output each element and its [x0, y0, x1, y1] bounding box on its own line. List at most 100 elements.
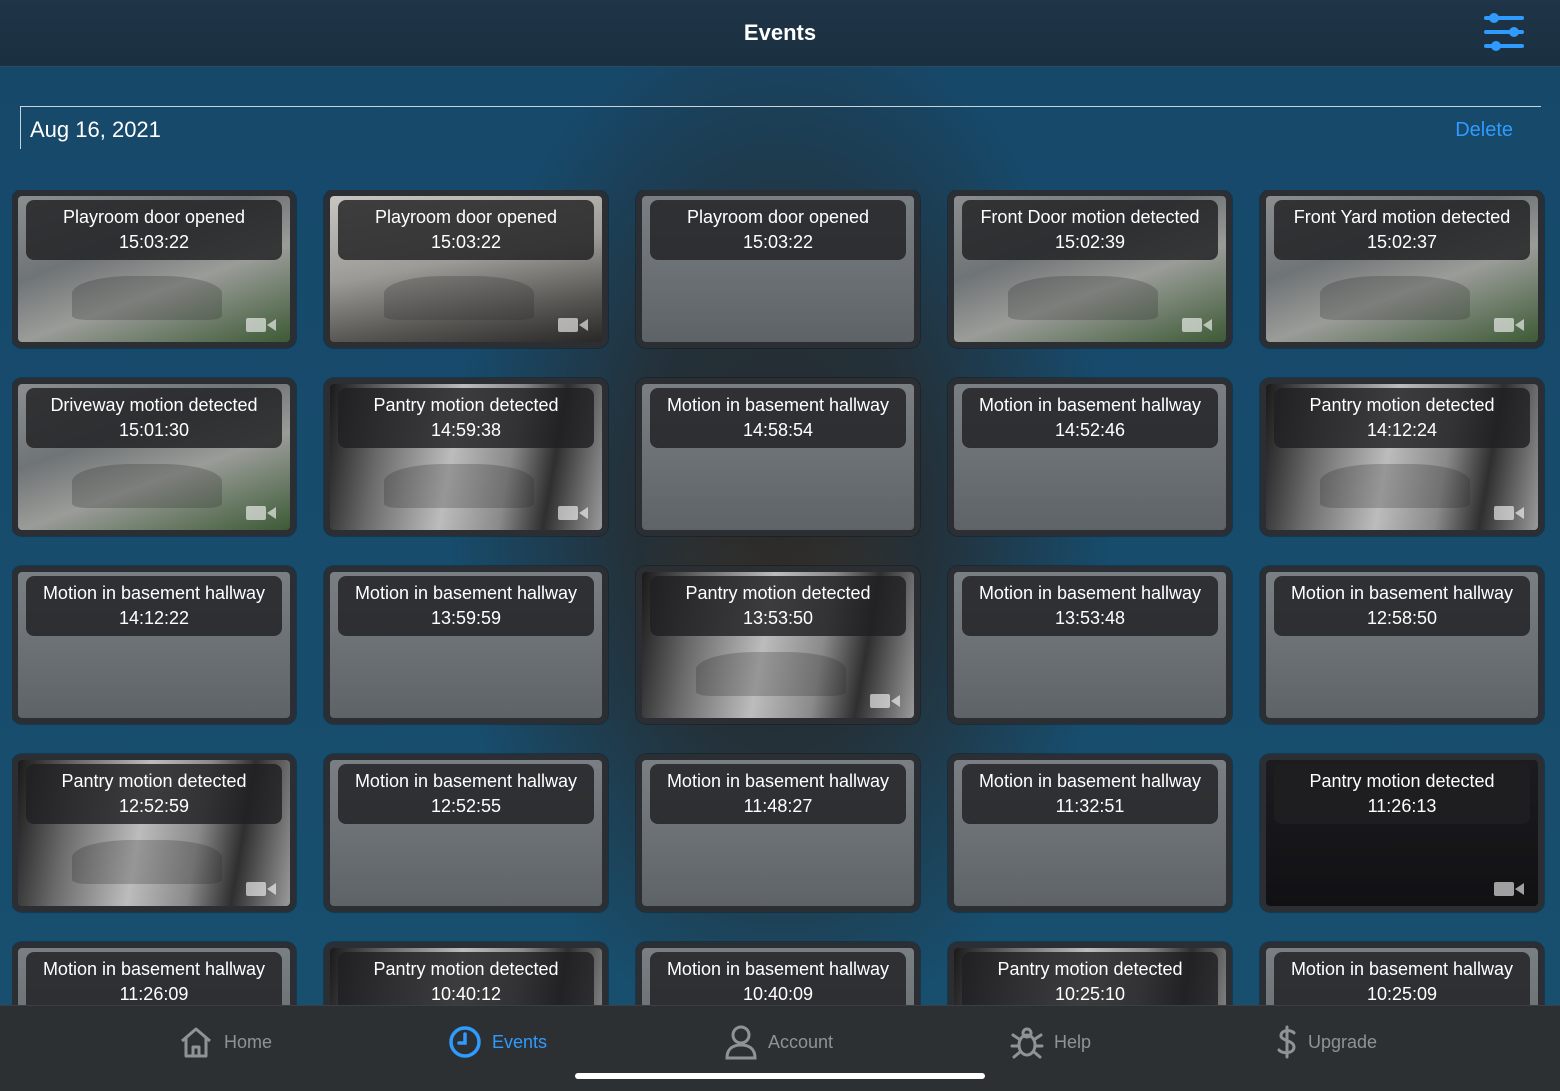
- event-card[interactable]: Motion in basement hallway 10:25:09: [1260, 942, 1544, 1005]
- event-label: Motion in basement hallway 10:40:09: [650, 952, 906, 1005]
- event-title: Motion in basement hallway: [354, 583, 578, 603]
- tab-label: Account: [768, 1031, 834, 1052]
- event-title: Motion in basement hallway: [1290, 583, 1514, 603]
- video-camera-icon: [246, 316, 276, 334]
- event-card[interactable]: Playroom door opened 15:03:22: [12, 190, 296, 348]
- event-title: Pantry motion detected: [685, 583, 871, 603]
- event-time: 15:02:39: [1054, 232, 1126, 252]
- event-time: 15:02:37: [1366, 232, 1438, 252]
- filter-button[interactable]: [1480, 10, 1528, 54]
- event-card[interactable]: Playroom door opened 15:03:22: [636, 190, 920, 348]
- home-icon: [178, 1025, 214, 1059]
- top-bar: Events: [0, 0, 1560, 67]
- event-title: Driveway motion detected: [50, 395, 258, 415]
- event-label: Motion in basement hallway 10:25:09: [1274, 952, 1530, 1005]
- event-label: Pantry motion detected 10:40:12: [338, 952, 594, 1005]
- event-label: Motion in basement hallway 12:58:50: [1274, 576, 1530, 636]
- event-title: Playroom door opened: [374, 207, 558, 227]
- home-indicator: [575, 1073, 985, 1079]
- event-card[interactable]: Front Door motion detected 15:02:39: [948, 190, 1232, 348]
- event-card[interactable]: Pantry motion detected 12:52:59: [12, 754, 296, 912]
- event-card[interactable]: Motion in basement hallway 12:58:50: [1260, 566, 1544, 724]
- event-label: Motion in basement hallway 13:59:59: [338, 576, 594, 636]
- event-time: 14:12:22: [118, 608, 190, 628]
- event-card[interactable]: Motion in basement hallway 10:40:09: [636, 942, 920, 1005]
- tab-label: Events: [492, 1031, 548, 1052]
- event-label: Front Door motion detected 15:02:39: [962, 200, 1218, 260]
- video-camera-icon: [1494, 316, 1524, 334]
- event-time: 10:40:12: [430, 984, 502, 1004]
- sliders-icon: [1484, 13, 1524, 51]
- bug-icon: [1010, 1025, 1044, 1059]
- events-grid: Playroom door opened 15:03:22 Playroom doo…: [12, 190, 1550, 1005]
- event-title: Pantry motion detected: [1309, 771, 1495, 791]
- event-label: Pantry motion detected 10:25:10: [962, 952, 1218, 1005]
- event-card[interactable]: Motion in basement hallway 13:59:59: [324, 566, 608, 724]
- tab-label: Upgrade: [1308, 1031, 1378, 1052]
- event-title: Motion in basement hallway: [666, 771, 890, 791]
- tab-events[interactable]: Events: [448, 1022, 547, 1062]
- tab-label: Home: [224, 1031, 273, 1052]
- tab-home[interactable]: Home: [178, 1022, 272, 1062]
- event-title: Motion in basement hallway: [42, 583, 266, 603]
- event-label: Motion in basement hallway 11:32:51: [962, 764, 1218, 824]
- event-title: Front Yard motion detected: [1293, 207, 1511, 227]
- event-time: 11:48:27: [743, 796, 813, 816]
- event-title: Pantry motion detected: [1309, 395, 1495, 415]
- person-icon: [724, 1024, 758, 1060]
- event-card[interactable]: Pantry motion detected 10:25:10: [948, 942, 1232, 1005]
- video-camera-icon: [558, 316, 588, 334]
- event-label: Motion in basement hallway 11:48:27: [650, 764, 906, 824]
- event-card[interactable]: Motion in basement hallway 11:32:51: [948, 754, 1232, 912]
- event-card[interactable]: Playroom door opened 15:03:22: [324, 190, 608, 348]
- event-title: Pantry motion detected: [61, 771, 247, 791]
- video-camera-icon: [870, 692, 900, 710]
- event-label: Pantry motion detected 14:12:24: [1274, 388, 1530, 448]
- clock-icon: [448, 1025, 482, 1059]
- event-title: Pantry motion detected: [997, 959, 1183, 979]
- event-label: Driveway motion detected 15:01:30: [26, 388, 282, 448]
- page-title: Events: [743, 20, 817, 45]
- event-time: 15:03:22: [742, 232, 814, 252]
- event-time: 13:53:50: [742, 608, 814, 628]
- event-time: 14:12:24: [1366, 420, 1438, 440]
- tab-help[interactable]: Help: [1010, 1022, 1091, 1062]
- event-title: Pantry motion detected: [373, 959, 559, 979]
- event-card[interactable]: Pantry motion detected 10:40:12: [324, 942, 608, 1005]
- event-title: Playroom door opened: [62, 207, 246, 227]
- event-time: 12:52:55: [430, 796, 502, 816]
- event-time: 15:01:30: [118, 420, 190, 440]
- video-camera-icon: [246, 504, 276, 522]
- delete-button[interactable]: Delete: [1455, 119, 1513, 142]
- video-camera-icon: [1182, 316, 1212, 334]
- date-section-header: Aug 16, 2021 Delete: [20, 106, 1541, 149]
- event-card[interactable]: Motion in basement hallway 14:58:54: [636, 378, 920, 536]
- event-card[interactable]: Motion in basement hallway 14:12:22: [12, 566, 296, 724]
- event-card[interactable]: Motion in basement hallway 11:48:27: [636, 754, 920, 912]
- event-card[interactable]: Motion in basement hallway 13:53:48: [948, 566, 1232, 724]
- event-card[interactable]: Pantry motion detected 14:59:38: [324, 378, 608, 536]
- event-card[interactable]: Pantry motion detected 14:12:24: [1260, 378, 1544, 536]
- event-time: 10:25:09: [1366, 984, 1438, 1004]
- event-card[interactable]: Front Yard motion detected 15:02:37: [1260, 190, 1544, 348]
- event-title: Motion in basement hallway: [978, 395, 1202, 415]
- event-card[interactable]: Motion in basement hallway 14:52:46: [948, 378, 1232, 536]
- event-card[interactable]: Pantry motion detected 13:53:50: [636, 566, 920, 724]
- event-time: 12:52:59: [118, 796, 190, 816]
- event-time: 14:58:54: [742, 420, 814, 440]
- event-card[interactable]: Motion in basement hallway 12:52:55: [324, 754, 608, 912]
- event-time: 11:32:51: [1055, 796, 1125, 816]
- tab-upgrade[interactable]: Upgrade: [1276, 1022, 1377, 1062]
- tab-account[interactable]: Account: [724, 1022, 833, 1062]
- event-time: 10:40:09: [742, 984, 814, 1004]
- event-label: Pantry motion detected 11:26:13: [1274, 764, 1530, 824]
- dollar-icon: [1276, 1025, 1298, 1059]
- event-card[interactable]: Pantry motion detected 11:26:13: [1260, 754, 1544, 912]
- event-card[interactable]: Driveway motion detected 15:01:30: [12, 378, 296, 536]
- event-title: Motion in basement hallway: [42, 959, 266, 979]
- event-label: Pantry motion detected 14:59:38: [338, 388, 594, 448]
- event-label: Motion in basement hallway 14:12:22: [26, 576, 282, 636]
- event-label: Motion in basement hallway 12:52:55: [338, 764, 594, 824]
- event-time: 11:26:09: [119, 984, 189, 1004]
- event-card[interactable]: Motion in basement hallway 11:26:09: [12, 942, 296, 1005]
